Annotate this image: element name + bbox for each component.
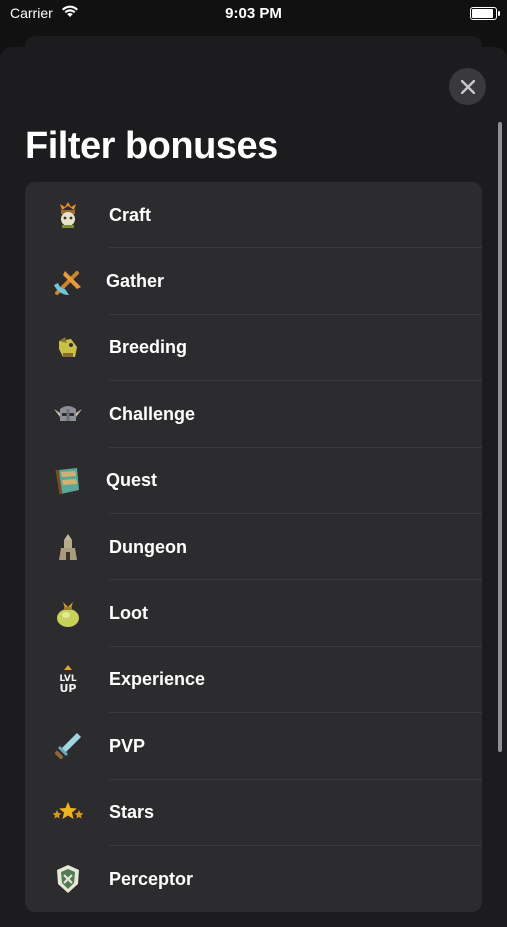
item-label: Experience bbox=[109, 669, 206, 690]
item-label: Dungeon bbox=[109, 536, 187, 557]
experience-icon: LVL UP bbox=[51, 663, 85, 697]
page-title: Filter bonuses bbox=[25, 125, 278, 167]
item-label: Gather bbox=[106, 271, 165, 292]
close-icon bbox=[460, 79, 475, 94]
bonus-filter-list: Craft Gather Breeding Challenge Quest Du… bbox=[25, 182, 482, 912]
experience-icon-up: UP bbox=[60, 682, 77, 695]
dungeon-icon bbox=[51, 530, 85, 564]
list-item-craft[interactable]: Craft bbox=[25, 182, 482, 249]
item-label: PVP bbox=[109, 735, 146, 756]
list-item-pvp[interactable]: PVP bbox=[25, 713, 482, 780]
item-label: Craft bbox=[109, 204, 152, 225]
clock: 9:03 PM bbox=[225, 5, 282, 22]
pvp-icon bbox=[51, 729, 85, 763]
gather-icon bbox=[51, 265, 85, 299]
battery-icon bbox=[470, 7, 500, 20]
list-item-challenge[interactable]: Challenge bbox=[25, 381, 482, 448]
item-label: Breeding bbox=[109, 337, 188, 358]
item-label: Quest bbox=[106, 470, 158, 491]
list-item-quest[interactable]: Quest bbox=[25, 448, 482, 514]
list-item-dungeon[interactable]: Dungeon bbox=[25, 514, 482, 581]
breeding-icon bbox=[51, 331, 85, 365]
list-item-stars[interactable]: Stars bbox=[25, 780, 482, 846]
item-label: Perceptor bbox=[109, 868, 194, 889]
list-item-gather[interactable]: Gather bbox=[25, 248, 482, 315]
list-item-experience[interactable]: LVL UP Experience bbox=[25, 647, 482, 714]
quest-icon bbox=[51, 464, 85, 498]
scrollbar[interactable] bbox=[498, 122, 502, 752]
item-label: Challenge bbox=[109, 403, 196, 424]
status-bar: Carrier 9:03 PM bbox=[0, 0, 507, 30]
perceptor-icon bbox=[51, 862, 85, 896]
challenge-icon bbox=[51, 397, 85, 431]
close-button[interactable] bbox=[449, 68, 486, 105]
list-item-breeding[interactable]: Breeding bbox=[25, 315, 482, 382]
stars-icon bbox=[51, 796, 85, 830]
item-label: Loot bbox=[109, 603, 148, 624]
item-label: Stars bbox=[109, 802, 155, 823]
list-item-loot[interactable]: Loot bbox=[25, 580, 482, 647]
list-item-perceptor[interactable]: Perceptor bbox=[25, 846, 482, 912]
loot-icon bbox=[51, 597, 85, 631]
craft-icon bbox=[51, 198, 85, 232]
